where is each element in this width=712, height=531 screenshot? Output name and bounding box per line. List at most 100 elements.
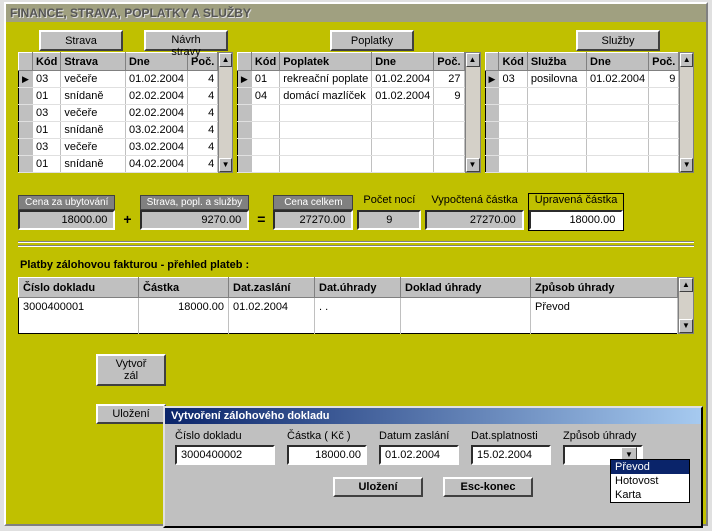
- col-poc[interactable]: Poč.: [434, 53, 464, 71]
- cell-poc[interactable]: 4: [188, 71, 218, 88]
- cell-kod[interactable]: [499, 88, 527, 105]
- cell-sluzba[interactable]: [527, 156, 586, 173]
- cell-kod[interactable]: 04: [251, 88, 279, 105]
- cell-sluzba[interactable]: [527, 105, 586, 122]
- cell-dne[interactable]: [372, 156, 434, 173]
- cell-strava[interactable]: snídaně: [61, 156, 126, 173]
- cell-poc[interactable]: 4: [188, 88, 218, 105]
- cell-strava[interactable]: snídaně: [61, 122, 126, 139]
- input-castka[interactable]: [287, 445, 367, 465]
- cell-dne[interactable]: [587, 88, 649, 105]
- sluzby-button[interactable]: Služby: [576, 30, 660, 51]
- cell-strava[interactable]: večeře: [61, 139, 126, 156]
- table-row[interactable]: [485, 122, 679, 139]
- cell-zaslani[interactable]: 01.02.2004: [229, 298, 315, 316]
- cell-sluzba[interactable]: [527, 88, 586, 105]
- navrh-stravy-button[interactable]: Návrh stravy: [144, 30, 228, 51]
- cell-kod[interactable]: 03: [32, 139, 60, 156]
- cell-sluzba[interactable]: [527, 139, 586, 156]
- cell-poplatek[interactable]: domácí mazlíček: [280, 88, 372, 105]
- table-row[interactable]: 300040000118000.0001.02.2004. .Převod: [19, 298, 678, 316]
- table-row[interactable]: 03večeře03.02.20044: [19, 139, 218, 156]
- cell-poc[interactable]: [649, 88, 679, 105]
- cell-kod[interactable]: 03: [499, 71, 527, 88]
- cell-castka[interactable]: 18000.00: [139, 298, 229, 316]
- cell-dne[interactable]: [587, 105, 649, 122]
- cell-kod[interactable]: [251, 105, 279, 122]
- cell-poc[interactable]: [434, 139, 464, 156]
- scrollbar[interactable]: ▲ ▼: [679, 52, 694, 173]
- table-row[interactable]: 03večeře02.02.20044: [19, 105, 218, 122]
- cell-dne[interactable]: [587, 122, 649, 139]
- cell-kod[interactable]: [499, 156, 527, 173]
- cell-kod[interactable]: 01: [32, 156, 60, 173]
- zpusob-dropdown[interactable]: Převod Hotovost Karta: [610, 459, 690, 503]
- table-row[interactable]: [237, 122, 464, 139]
- scrollbar[interactable]: ▲ ▼: [465, 52, 481, 173]
- dropdown-option[interactable]: Karta: [611, 488, 689, 502]
- scroll-up-icon[interactable]: ▲: [679, 278, 693, 292]
- col-uhrady[interactable]: Dat.úhrady: [315, 278, 401, 298]
- cell-poc[interactable]: 9: [649, 71, 679, 88]
- cell-dne[interactable]: [372, 139, 434, 156]
- cell-kod[interactable]: 01: [251, 71, 279, 88]
- col-kod[interactable]: Kód: [499, 53, 527, 71]
- scroll-up-icon[interactable]: ▲: [466, 53, 480, 67]
- table-row[interactable]: 01snídaně02.02.20044: [19, 88, 218, 105]
- cell-kod[interactable]: 03: [32, 71, 60, 88]
- cell-strava[interactable]: večeře: [61, 105, 126, 122]
- table-row[interactable]: ▶03posilovna01.02.20049: [485, 71, 679, 88]
- cell-doklad[interactable]: [401, 298, 531, 316]
- col-zpusob[interactable]: Způsob úhrady: [531, 278, 678, 298]
- cell-sluzba[interactable]: posilovna: [527, 71, 586, 88]
- cell-kod[interactable]: [251, 139, 279, 156]
- cell-dne[interactable]: 04.02.2004: [125, 156, 187, 173]
- strava-button[interactable]: Strava: [39, 30, 123, 51]
- cell-sluzba[interactable]: [527, 122, 586, 139]
- scroll-down-icon[interactable]: ▼: [466, 158, 480, 172]
- cell-poc[interactable]: [649, 122, 679, 139]
- dropdown-option[interactable]: Převod: [611, 460, 689, 474]
- dropdown-option[interactable]: Hotovost: [611, 474, 689, 488]
- col-kod[interactable]: Kód: [32, 53, 60, 71]
- cell-kod[interactable]: 01: [32, 88, 60, 105]
- col-castka[interactable]: Částka: [139, 278, 229, 298]
- cell-dne[interactable]: [587, 156, 649, 173]
- scrollbar[interactable]: ▲ ▼: [218, 52, 233, 173]
- cell-poc[interactable]: [434, 156, 464, 173]
- cell-poc[interactable]: 9: [434, 88, 464, 105]
- cell-poc[interactable]: [649, 105, 679, 122]
- ulozeni-button[interactable]: Uložení: [96, 404, 166, 424]
- cell-zpusob[interactable]: Převod: [531, 298, 678, 316]
- poplatky-grid[interactable]: Kód Poplatek Dne Poč. ▶01rekreační popla…: [237, 52, 465, 173]
- table-row[interactable]: 01snídaně04.02.20044: [19, 156, 218, 173]
- cell-kod[interactable]: [499, 105, 527, 122]
- dialog-save-button[interactable]: Uložení: [333, 477, 423, 497]
- col-kod[interactable]: Kód: [251, 53, 279, 71]
- scroll-down-icon[interactable]: ▼: [680, 158, 693, 172]
- table-row[interactable]: 04domácí mazlíček01.02.20049: [237, 88, 464, 105]
- cell-poc[interactable]: 4: [188, 122, 218, 139]
- cell-kod[interactable]: [499, 139, 527, 156]
- cell-dne[interactable]: 01.02.2004: [125, 71, 187, 88]
- cell-dne[interactable]: 03.02.2004: [125, 122, 187, 139]
- table-row[interactable]: [237, 139, 464, 156]
- cell-kod[interactable]: 01: [32, 122, 60, 139]
- cell-kod[interactable]: [251, 156, 279, 173]
- cell-poc[interactable]: 4: [188, 156, 218, 173]
- table-row[interactable]: ▶01rekreační poplate01.02.200427: [237, 71, 464, 88]
- table-row[interactable]: [237, 105, 464, 122]
- cell-poplatek[interactable]: [280, 122, 372, 139]
- strava-grid[interactable]: Kód Strava Dne Poč. ▶03večeře01.02.20044…: [18, 52, 218, 173]
- cell-poplatek[interactable]: [280, 105, 372, 122]
- table-row[interactable]: [485, 156, 679, 173]
- cell-dne[interactable]: 02.02.2004: [125, 88, 187, 105]
- dialog-esc-button[interactable]: Esc-konec: [443, 477, 533, 497]
- scrollbar[interactable]: ▲ ▼: [678, 277, 694, 334]
- cell-poc[interactable]: 4: [188, 105, 218, 122]
- input-cislo[interactable]: [175, 445, 275, 465]
- col-sluzba[interactable]: Služba: [527, 53, 586, 71]
- scroll-up-icon[interactable]: ▲: [219, 53, 232, 67]
- cell-dne[interactable]: [587, 139, 649, 156]
- payments-grid[interactable]: Číslo dokladu Částka Dat.zaslání Dat.úhr…: [18, 277, 678, 334]
